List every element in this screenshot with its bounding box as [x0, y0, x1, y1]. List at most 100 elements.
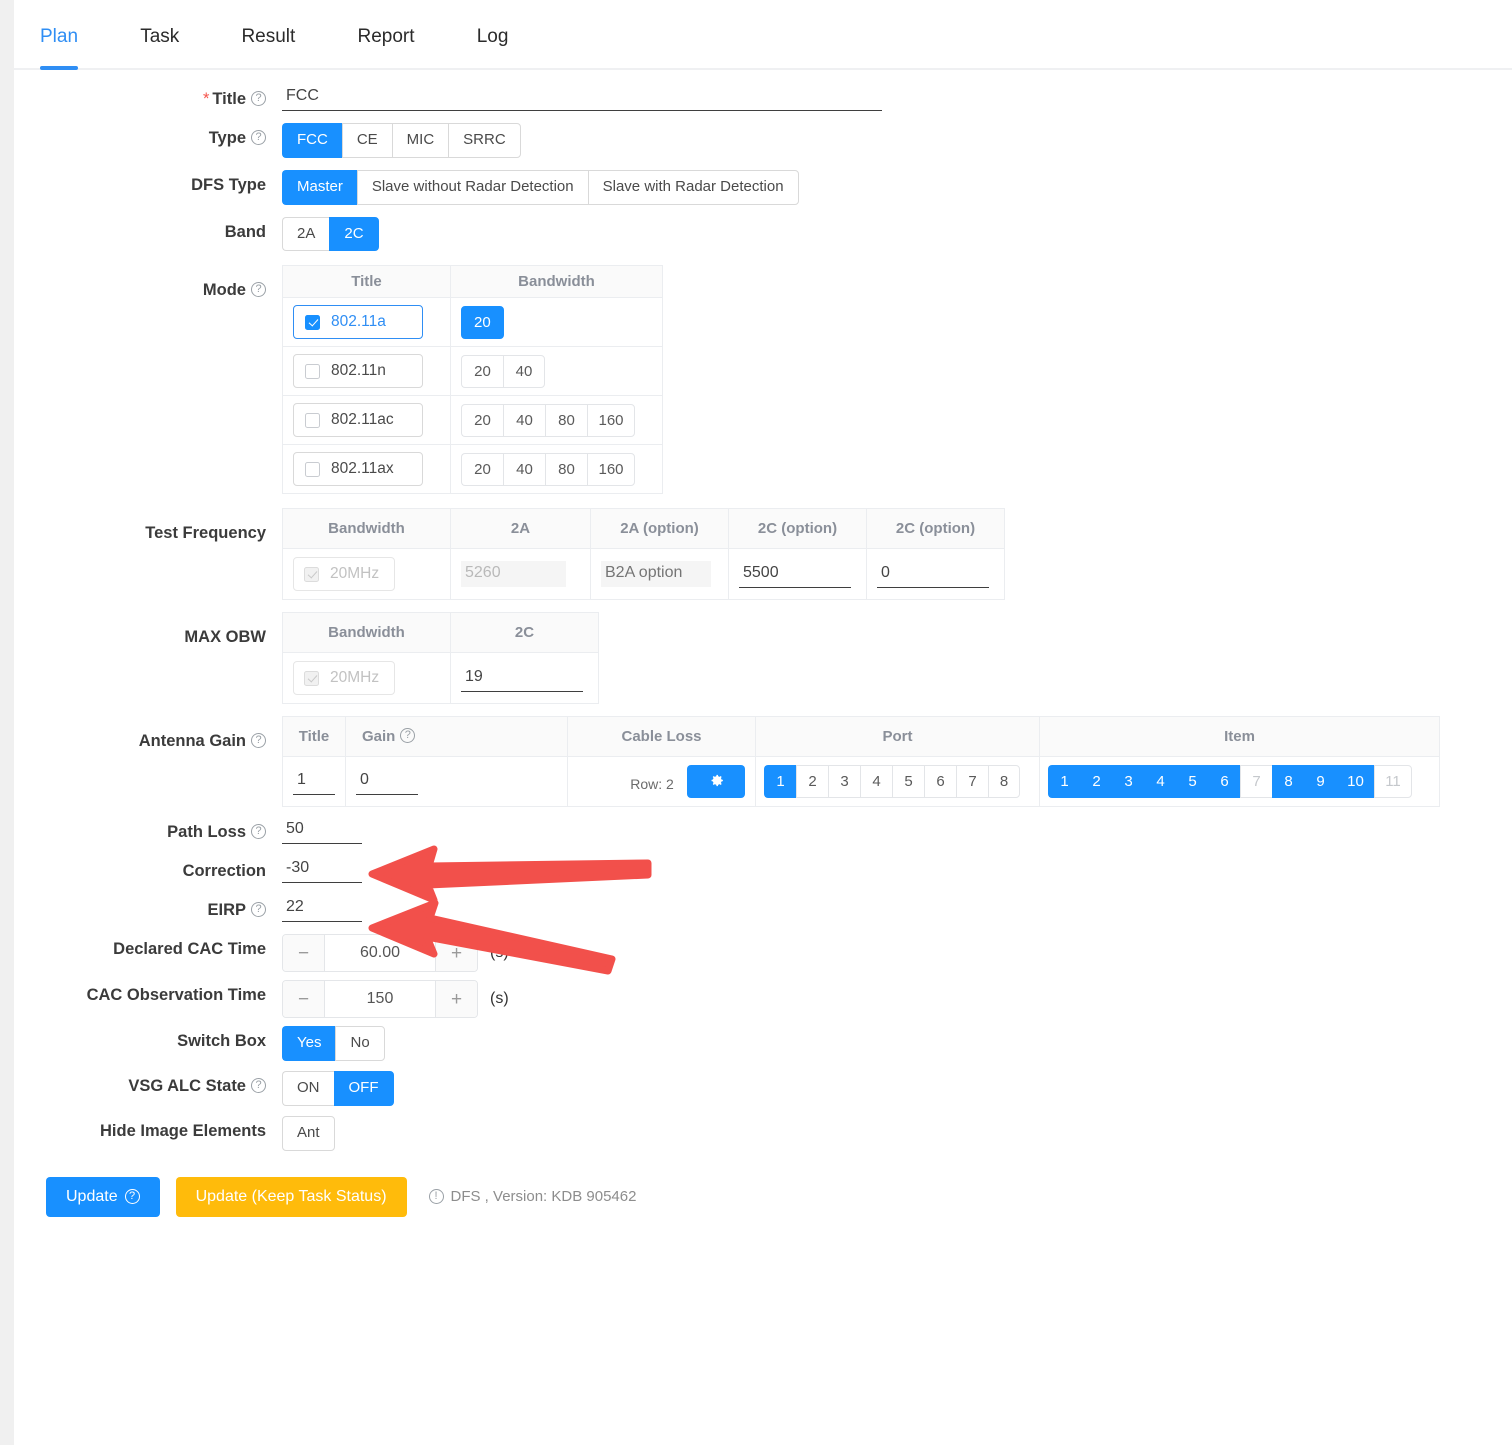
item-option-1[interactable]: 1 — [1048, 765, 1080, 799]
bandwidth-group-802-11ac: 20 40 80 160 — [461, 403, 635, 437]
path-loss-input[interactable] — [282, 817, 362, 845]
help-icon[interactable] — [251, 129, 266, 146]
tf-2c-option-2-input[interactable] — [877, 560, 989, 588]
band-option-2c[interactable]: 2C — [329, 216, 379, 252]
type-option-fcc[interactable]: FCC — [282, 123, 342, 158]
item-option-5[interactable]: 5 — [1176, 765, 1208, 799]
bandwidth-option-80[interactable]: 80 — [545, 452, 587, 486]
port-option-1[interactable]: 1 — [764, 765, 796, 799]
declared-cac-decrement-button[interactable]: − — [283, 935, 325, 972]
mode-label: Mode — [14, 265, 282, 300]
title-input[interactable] — [282, 84, 882, 111]
mode-row-title-cell: 802.11a — [282, 297, 451, 348]
port-option-5[interactable]: 5 — [892, 765, 924, 799]
cac-observation-time-label: CAC Observation Time — [86, 986, 266, 1005]
bandwidth-option-160[interactable]: 160 — [587, 403, 635, 437]
ag-gain-input[interactable] — [356, 768, 418, 796]
mode-checkbox-802-11a[interactable]: 802.11a — [293, 305, 423, 340]
help-icon[interactable] — [251, 90, 266, 107]
cable-loss-settings-button[interactable] — [687, 765, 745, 799]
max-obw-label: MAX OBW — [184, 628, 266, 647]
bandwidth-option-20[interactable]: 20 — [461, 452, 503, 486]
tab-task-label: Task — [140, 26, 180, 47]
bandwidth-option-40[interactable]: 40 — [503, 403, 545, 437]
port-option-4[interactable]: 4 — [860, 765, 892, 799]
item-option-3[interactable]: 3 — [1112, 765, 1144, 799]
port-option-6[interactable]: 6 — [924, 765, 956, 799]
field-row-correction: Correction — [14, 856, 1512, 884]
tab-result[interactable]: Result — [241, 0, 295, 68]
antenna-gain-label-text: Antenna Gain — [138, 732, 246, 751]
mode-checkbox-802-11ax[interactable]: 802.11ax — [293, 452, 423, 487]
help-icon[interactable] — [124, 1188, 140, 1205]
tab-plan-label: Plan — [40, 26, 79, 47]
vsg-alc-option-off[interactable]: OFF — [333, 1071, 394, 1106]
bandwidth-option-20[interactable]: 20 — [461, 354, 503, 388]
ag-title-input[interactable] — [293, 768, 335, 796]
ag-col-title: Title — [282, 716, 346, 758]
help-icon[interactable] — [251, 901, 266, 918]
declared-cac-time-stepper: − + — [282, 934, 478, 973]
obw-2c-cell — [450, 652, 599, 705]
tab-report[interactable]: Report — [357, 0, 414, 68]
version-info: DFS , Version: KDB 905462 — [428, 1188, 636, 1205]
switch-box-option-yes[interactable]: Yes — [282, 1026, 336, 1061]
dfs-type-option-master[interactable]: Master — [282, 169, 357, 205]
eirp-input[interactable] — [282, 895, 362, 923]
mode-row-bandwidth-cell: 20 40 — [450, 346, 663, 397]
item-option-8[interactable]: 8 — [1272, 765, 1304, 799]
item-option-9[interactable]: 9 — [1304, 765, 1336, 799]
update-keep-task-status-button[interactable]: Update (Keep Task Status) — [175, 1176, 407, 1217]
tab-plan[interactable]: Plan — [40, 0, 79, 70]
mode-checkbox-802-11ac[interactable]: 802.11ac — [293, 403, 423, 438]
item-option-10[interactable]: 10 — [1336, 765, 1374, 799]
tab-task[interactable]: Task — [140, 0, 179, 68]
help-icon[interactable] — [251, 823, 266, 840]
bandwidth-option-20[interactable]: 20 — [461, 403, 503, 437]
mode-col-bandwidth: Bandwidth — [450, 265, 663, 299]
bandwidth-option-40[interactable]: 40 — [503, 452, 545, 486]
tf-2c-option-1-input[interactable] — [739, 560, 851, 588]
correction-input[interactable] — [282, 856, 362, 884]
bandwidth-option-20[interactable]: 20 — [461, 305, 504, 339]
table-row: 802.11ac 20 40 80 160 — [282, 395, 663, 446]
port-option-7[interactable]: 7 — [956, 765, 988, 799]
band-option-2a[interactable]: 2A — [282, 216, 330, 252]
help-icon[interactable] — [251, 1077, 266, 1094]
vsg-alc-option-on[interactable]: ON — [282, 1071, 334, 1106]
bandwidth-option-160[interactable]: 160 — [587, 452, 635, 486]
declared-cac-time-input[interactable] — [325, 935, 435, 972]
item-option-6[interactable]: 6 — [1208, 765, 1240, 799]
port-option-3[interactable]: 3 — [828, 765, 860, 799]
hide-image-option-ant[interactable]: Ant — [282, 1115, 335, 1151]
item-option-4[interactable]: 4 — [1144, 765, 1176, 799]
help-icon[interactable] — [251, 281, 266, 298]
update-button[interactable]: Update — [46, 1176, 160, 1217]
cac-observation-increment-button[interactable]: + — [435, 981, 477, 1018]
table-row: 802.11n 20 40 — [282, 346, 663, 397]
tab-log[interactable]: Log — [477, 0, 509, 68]
item-option-7: 7 — [1240, 765, 1272, 799]
dfs-type-option-slave-with-radar[interactable]: Slave with Radar Detection — [587, 169, 799, 205]
bandwidth-option-80[interactable]: 80 — [545, 403, 587, 437]
cac-observation-decrement-button[interactable]: − — [283, 981, 325, 1018]
cac-observation-time-input[interactable] — [325, 981, 435, 1018]
declared-cac-increment-button[interactable]: + — [435, 935, 477, 972]
mode-title-label: 802.11a — [331, 313, 386, 331]
dfs-type-option-slave-without-radar[interactable]: Slave without Radar Detection — [356, 169, 588, 205]
type-option-mic[interactable]: MIC — [391, 123, 449, 158]
bandwidth-option-40[interactable]: 40 — [503, 354, 545, 388]
port-option-8[interactable]: 8 — [988, 765, 1020, 799]
type-control: FCC CE MIC SRRC — [282, 123, 1512, 158]
port-option-2[interactable]: 2 — [796, 765, 828, 799]
type-option-srrc[interactable]: SRRC — [448, 123, 521, 158]
item-option-2[interactable]: 2 — [1080, 765, 1112, 799]
checkbox-icon — [305, 461, 320, 477]
checkbox-icon — [304, 566, 319, 582]
help-icon[interactable] — [251, 732, 266, 749]
type-option-ce[interactable]: CE — [341, 123, 392, 158]
obw-2c-input[interactable] — [461, 664, 583, 692]
help-icon[interactable] — [400, 727, 416, 744]
mode-checkbox-802-11n[interactable]: 802.11n — [293, 354, 423, 389]
switch-box-option-no[interactable]: No — [335, 1026, 385, 1061]
